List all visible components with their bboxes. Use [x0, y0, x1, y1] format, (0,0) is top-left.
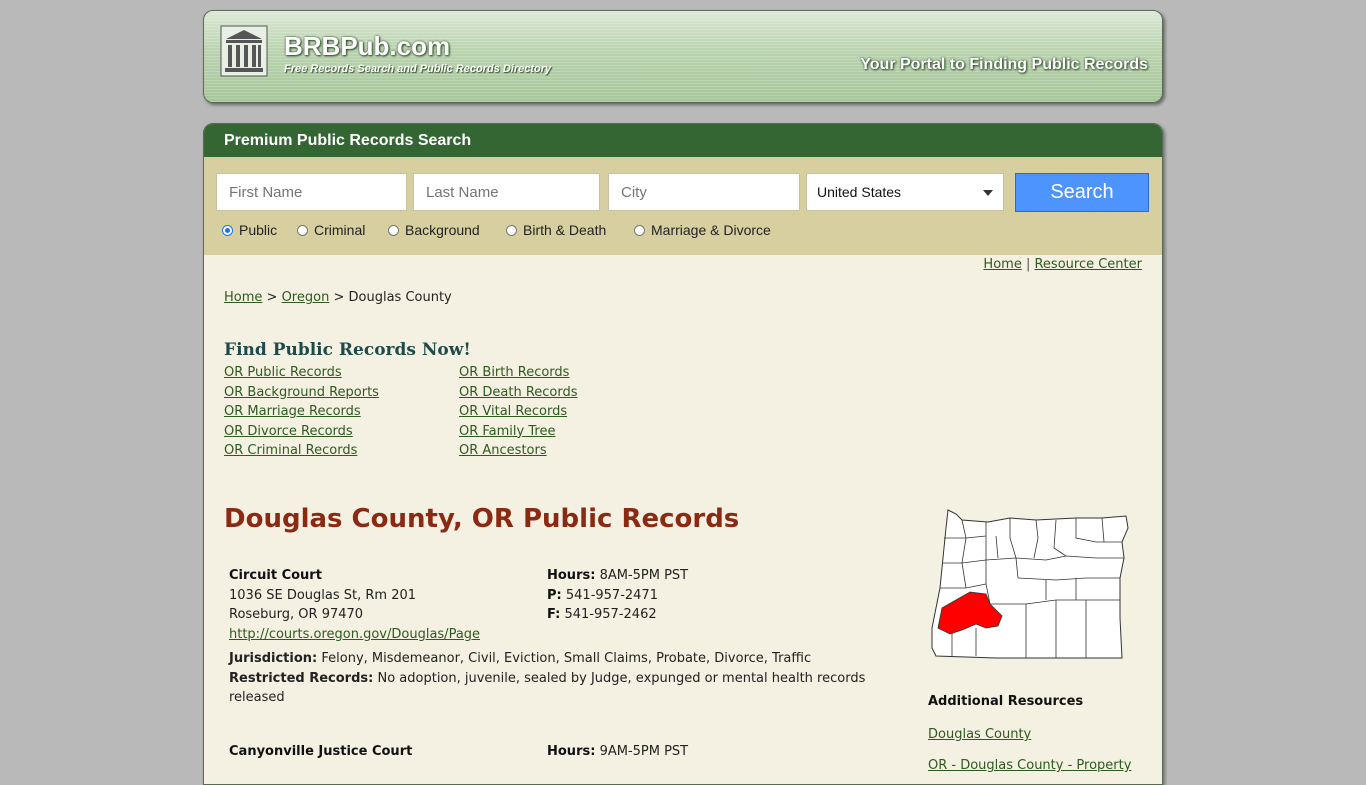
find-records-heading: Find Public Records Now!: [224, 340, 471, 360]
radio-marriage-divorce-dot[interactable]: [634, 224, 645, 236]
jurisdiction-label: Jurisdiction:: [229, 651, 318, 666]
page-title: Douglas County, OR Public Records: [224, 504, 740, 534]
radio-background-label: Background: [405, 222, 480, 238]
link-or-vital-records[interactable]: OR Vital Records: [459, 402, 578, 422]
site-tagline: Free Records Search and Public Records D…: [284, 63, 552, 75]
hours-label: Hours:: [547, 744, 596, 759]
restricted-label: Restricted Records:: [229, 670, 374, 686]
resource-link-property[interactable]: OR - Douglas County - Property: [928, 758, 1131, 773]
radio-marriage-divorce[interactable]: Marriage & Divorce: [634, 222, 771, 238]
office-hours: 8AM-5PM PST: [599, 568, 689, 583]
top-link-separator: |: [1025, 257, 1031, 272]
search-form: United States Search Public Criminal Bac…: [204, 157, 1162, 255]
office-address-line2: Roseburg, OR 97470: [229, 607, 364, 623]
fax-label: F:: [547, 607, 561, 623]
link-or-ancestors[interactable]: OR Ancestors: [459, 441, 578, 461]
chevron-down-icon: [983, 190, 993, 196]
radio-birth-death[interactable]: Birth & Death: [506, 222, 606, 238]
find-links-right: OR Birth Records OR Death Records OR Vit…: [459, 363, 578, 461]
office-address-line1: 1036 SE Douglas St, Rm 201: [229, 587, 417, 603]
link-or-divorce-records[interactable]: OR Divorce Records: [224, 422, 379, 442]
office-details: Jurisdiction: Felony, Misdemeanor, Civil…: [229, 649, 879, 708]
search-panel-title: Premium Public Records Search: [204, 124, 1162, 157]
find-links-left: OR Public Records OR Background Reports …: [224, 363, 379, 461]
link-or-family-tree[interactable]: OR Family Tree: [459, 422, 578, 442]
radio-birth-death-dot[interactable]: [506, 224, 517, 236]
breadcrumb-state[interactable]: Oregon: [282, 290, 330, 305]
radio-birth-death-label: Birth & Death: [523, 222, 607, 238]
first-name-input[interactable]: [216, 173, 407, 211]
office2-address-block: Canyonville Justice Court: [229, 742, 412, 762]
radio-criminal-label: Criminal: [314, 222, 366, 238]
link-or-death-records[interactable]: OR Death Records: [459, 383, 578, 403]
link-or-criminal-records[interactable]: OR Criminal Records: [224, 441, 379, 461]
office-phone: 541-957-2471: [565, 587, 658, 603]
breadcrumb-current: Douglas County: [348, 290, 452, 305]
radio-public-label: Public: [239, 222, 278, 238]
search-button[interactable]: Search: [1015, 173, 1149, 212]
breadcrumb-separator: >: [266, 290, 278, 305]
office-jurisdiction: Felony, Misdemeanor, Civil, Eviction, Sm…: [321, 651, 812, 666]
radio-public-dot[interactable]: [222, 224, 233, 236]
top-links: Home | Resource Center: [983, 257, 1142, 272]
breadcrumb: Home > Oregon > Douglas County: [224, 290, 452, 305]
country-select[interactable]: United States: [806, 173, 1004, 211]
office-name: Canyonville Justice Court: [229, 744, 413, 759]
link-or-background-reports[interactable]: OR Background Reports: [224, 383, 379, 403]
office-name: Circuit Court: [229, 568, 322, 583]
link-or-marriage-records[interactable]: OR Marriage Records: [224, 402, 379, 422]
radio-criminal[interactable]: Criminal: [297, 222, 365, 238]
radio-background[interactable]: Background: [388, 222, 480, 238]
breadcrumb-separator: >: [333, 290, 345, 305]
courthouse-logo-icon[interactable]: [220, 25, 268, 77]
office-address-block: Circuit Court 1036 SE Douglas St, Rm 201…: [229, 566, 480, 644]
office-website-link[interactable]: http://courts.oregon.gov/Douglas/Page: [229, 627, 480, 642]
oregon-county-map[interactable]: [926, 508, 1132, 660]
office-contact-block: Hours: 8AM-5PM PST P: 541-957-2471 F: 54…: [547, 566, 688, 625]
breadcrumb-home[interactable]: Home: [224, 290, 262, 305]
resource-link-douglas-county[interactable]: Douglas County: [928, 727, 1031, 742]
office2-contact-block: Hours: 9AM-5PM PST: [547, 742, 688, 762]
last-name-input[interactable]: [413, 173, 600, 211]
phone-label: P:: [547, 587, 562, 603]
portal-slogan: Your Portal to Finding Public Records: [860, 56, 1148, 73]
site-header: BRBPub.com Free Records Search and Publi…: [203, 10, 1163, 103]
office-hours: 9AM-5PM PST: [599, 744, 689, 759]
office-fax: 541-957-2462: [564, 607, 657, 623]
country-select-value: United States: [817, 184, 902, 200]
top-link-home[interactable]: Home: [983, 257, 1021, 272]
radio-background-dot[interactable]: [388, 224, 399, 236]
link-or-birth-records[interactable]: OR Birth Records: [459, 363, 578, 383]
hours-label: Hours:: [547, 568, 596, 583]
site-brand[interactable]: BRBPub.com: [284, 31, 450, 62]
main-panel: Premium Public Records Search United Sta…: [203, 123, 1163, 785]
radio-marriage-divorce-label: Marriage & Divorce: [651, 222, 771, 238]
link-or-public-records[interactable]: OR Public Records: [224, 363, 379, 383]
city-input[interactable]: [608, 173, 800, 211]
additional-resources-heading: Additional Resources: [928, 694, 1084, 709]
radio-criminal-dot[interactable]: [297, 224, 308, 236]
top-link-resource-center[interactable]: Resource Center: [1034, 257, 1142, 272]
radio-public[interactable]: Public: [222, 222, 277, 238]
